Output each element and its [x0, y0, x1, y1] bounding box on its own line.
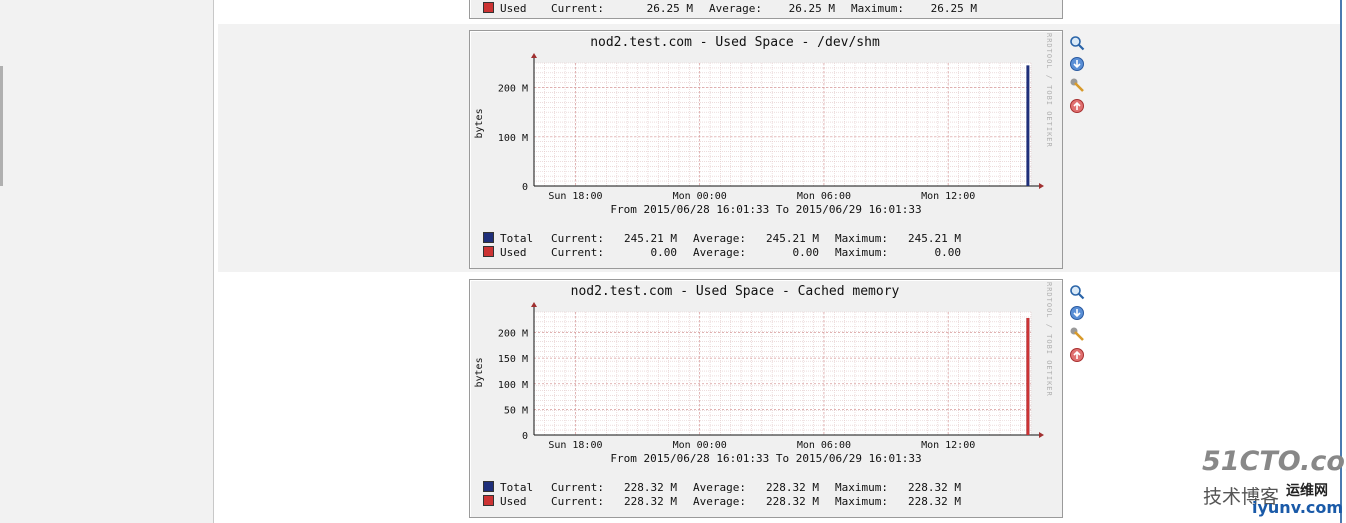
legend-average-label: Average:	[693, 481, 746, 494]
x-tick-label: Mon 12:00	[921, 191, 975, 202]
graph-actions-shm	[1069, 35, 1087, 119]
legend-maximum-value: 228.32 M	[908, 495, 961, 508]
legend-maximum-label: Maximum:	[835, 232, 888, 245]
previous-graph[interactable]: Used Current: 26.25 M Average: 26.25 M Maximu…	[469, 0, 1063, 19]
legend-row-used: Used Current: 228.32 M Average: 228.32 M Maxi…	[483, 495, 961, 508]
legend-average-value: 228.32 M	[766, 495, 819, 508]
legend-label: Total	[500, 232, 534, 245]
legend-swatch	[483, 2, 494, 13]
legend-average-label: Average:	[693, 495, 746, 508]
legend-current-value: 0.00	[650, 246, 678, 259]
legend-average-value: 0.00	[792, 246, 820, 259]
rrdtool-credit: RRDTOOL / TOBI OETIKER	[1045, 33, 1053, 148]
x-tick-label: Mon 12:00	[921, 440, 975, 451]
legend-current-label: Current:	[551, 246, 604, 259]
y-axis-arrow	[531, 53, 537, 58]
x-axis-arrow	[1039, 432, 1044, 438]
y-tick-label: 0	[522, 182, 528, 193]
watermark-logo: 51CTO.com 技术博客 运维网 iyunv.com	[1198, 446, 1346, 523]
legend-maximum-label: Maximum:	[835, 246, 888, 259]
legend-maximum-label: Maximum:	[835, 495, 888, 508]
y-tick-label: 200 M	[498, 84, 528, 95]
legend-swatch	[483, 481, 494, 492]
watermark-url: iyunv.com	[1252, 498, 1344, 517]
y-tick-label: 50 M	[504, 405, 528, 416]
right-border	[1340, 0, 1342, 523]
watermark-cn2: 运维网	[1286, 483, 1328, 499]
y-tick-label: 150 M	[498, 354, 528, 365]
edit-wrench-icon[interactable]	[1069, 326, 1085, 342]
zoom-icon[interactable]	[1069, 284, 1085, 300]
legend-swatch	[483, 495, 494, 506]
legend-average-label: Average:	[709, 2, 762, 15]
legend-current-value: 228.32 M	[624, 495, 677, 508]
y-tick-label: 200 M	[498, 329, 528, 340]
x-tick-label: Mon 06:00	[797, 191, 851, 202]
y-tick-label: 0	[522, 431, 528, 442]
rrdtool-credit: RRDTOOL / TOBI OETIKER	[1045, 282, 1053, 397]
x-tick-label: Mon 00:00	[673, 440, 727, 451]
move-up-icon[interactable]	[1069, 98, 1085, 114]
download-icon[interactable]	[1069, 305, 1085, 321]
chart-period: From 2015/06/28 16:01:33 To 2015/06/29 1…	[610, 452, 922, 465]
legend-average-value: 245.21 M	[766, 232, 819, 245]
legend-current-label: Current:	[551, 495, 604, 508]
legend-row-total: Total Current: 228.32 M Average: 228.32 M Max…	[483, 481, 961, 494]
legend-maximum-value: 228.32 M	[908, 481, 961, 494]
chart-title: nod2.test.com - Used Space - /dev/shm	[590, 35, 880, 50]
graph-used-space-cached-memory[interactable]: 0 50 M 100 M 150 M 200 M Sun 18:00 Mon 00:00 Mo…	[469, 279, 1063, 518]
legend-maximum-label: Maximum:	[851, 2, 904, 15]
legend-current-value: 26.25 M	[646, 2, 693, 15]
x-tick-label: Sun 18:00	[548, 191, 602, 202]
legend-label: Used	[500, 246, 527, 259]
chart-title: nod2.test.com - Used Space - Cached memo…	[570, 284, 900, 299]
graph-used-space-shm[interactable]: 0 100 M 200 M Sun 18:00 Mon 00:00 Mon 06:00 Mo…	[469, 30, 1063, 269]
zoom-icon[interactable]	[1069, 35, 1085, 51]
legend-maximum-value: 245.21 M	[908, 232, 961, 245]
download-icon[interactable]	[1069, 56, 1085, 72]
legend-average-value: 228.32 M	[766, 481, 819, 494]
bar-used	[1026, 317, 1030, 435]
y-axis-label: bytes	[474, 357, 485, 387]
legend-current-label: Current:	[551, 481, 604, 494]
legend-swatch	[483, 232, 494, 243]
legend-maximum-value: 26.25 M	[930, 2, 977, 15]
legend-label: Used	[500, 495, 527, 508]
legend-row-used: Used Current: 0.00 Average: 0.00 Maximum: 0.00	[483, 246, 961, 259]
legend-average-label: Average:	[693, 246, 746, 259]
legend-current-label: Current:	[551, 2, 604, 15]
y-axis-label: bytes	[474, 108, 485, 138]
left-sidebar	[0, 0, 214, 523]
chart-period: From 2015/06/28 16:01:33 To 2015/06/29 1…	[610, 203, 922, 216]
edit-wrench-icon[interactable]	[1069, 77, 1085, 93]
move-up-icon[interactable]	[1069, 347, 1085, 363]
legend-label: Total	[500, 481, 534, 494]
prev-legend-row-used: Used Current: 26.25 M Average: 26.25 M Maximu…	[483, 2, 977, 15]
y-tick-label: 100 M	[498, 380, 528, 391]
bar-total	[1026, 65, 1030, 186]
legend-maximum-label: Maximum:	[835, 481, 888, 494]
legend-average-value: 26.25 M	[788, 2, 835, 15]
legend-current-label: Current:	[551, 232, 604, 245]
legend-swatch	[483, 246, 494, 257]
legend-current-value: 228.32 M	[624, 481, 677, 494]
x-tick-label: Sun 18:00	[548, 440, 602, 451]
watermark-text: 51CTO.com	[1202, 446, 1346, 477]
graph-actions-cached	[1069, 284, 1087, 368]
legend-average-label: Average:	[693, 232, 746, 245]
legend-current-value: 245.21 M	[624, 232, 677, 245]
legend-row-total: Total Current: 245.21 M Average: 245.21 M Max…	[483, 232, 961, 245]
sidebar-scroll-tab[interactable]	[0, 66, 3, 186]
legend-maximum-value: 0.00	[934, 246, 962, 259]
y-tick-label: 100 M	[498, 133, 528, 144]
y-axis-arrow	[531, 302, 537, 307]
x-tick-label: Mon 00:00	[673, 191, 727, 202]
x-axis-arrow	[1039, 183, 1044, 189]
legend-label: Used	[500, 2, 527, 15]
x-tick-label: Mon 06:00	[797, 440, 851, 451]
